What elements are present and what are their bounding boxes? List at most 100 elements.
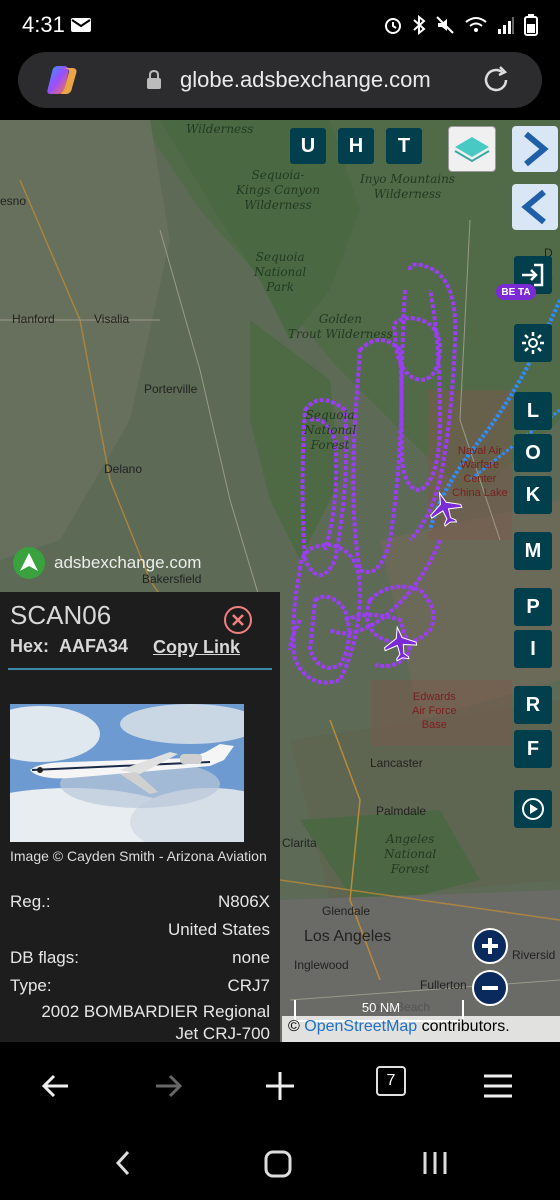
system-recents-icon[interactable] xyxy=(420,1148,450,1178)
aircraft-photo[interactable] xyxy=(10,704,244,842)
hex-label: Hex: xyxy=(10,636,50,656)
type-desc-line2: Jet CRJ-700 xyxy=(175,1024,270,1042)
t-button[interactable]: T xyxy=(386,128,422,164)
layers-icon xyxy=(454,137,490,163)
attribution-prefix: © xyxy=(288,1018,300,1035)
status-bar: 4:31 xyxy=(0,0,560,52)
chevron-left-icon xyxy=(521,189,546,225)
osm-link[interactable]: OpenStreetMap xyxy=(304,1018,417,1035)
aircraft-photo-image xyxy=(10,704,244,842)
scale-label: 50 NM xyxy=(361,1000,401,1015)
l-button[interactable]: L xyxy=(514,392,552,430)
status-time: 4:31 xyxy=(22,12,65,37)
map-label-sequoia-kings: Sequoia- Kings Canyon Wilderness xyxy=(236,168,320,212)
system-home-icon[interactable] xyxy=(262,1148,294,1180)
plus-icon xyxy=(482,938,498,954)
reg-value: N806X xyxy=(218,892,270,911)
panel-divider xyxy=(8,668,272,670)
forward-arrow-icon[interactable] xyxy=(146,1064,190,1108)
close-icon xyxy=(232,614,244,626)
map-city-delano: Delano xyxy=(104,462,143,476)
map-city-fullerton: Fullerton xyxy=(420,978,467,992)
map-city-glendale: Glendale xyxy=(322,904,371,918)
map-label-sequoia-nf: Sequoia National Forest xyxy=(304,408,357,452)
hex-value: AAFA34 xyxy=(59,636,129,656)
map-city-visalia: Visalia xyxy=(94,312,130,326)
adsb-logo-text: adsbexchange.com xyxy=(54,553,202,572)
map-label-angeles-nf: Angeles National Forest xyxy=(384,832,437,876)
map-city-inglewood: Inglewood xyxy=(294,958,349,972)
alarm-icon xyxy=(385,18,401,34)
h-button[interactable]: H xyxy=(338,128,374,164)
minus-icon xyxy=(482,986,498,990)
address-bar[interactable]: globe.adsbexchange.com xyxy=(18,52,542,108)
gmail-icon xyxy=(71,18,91,32)
type-desc-line1: 2002 BOMBARDIER Regional xyxy=(41,1002,270,1021)
browser-toolbar xyxy=(0,1042,560,1130)
mute-icon xyxy=(436,16,454,34)
aircraft-info-panel: SCAN06 Hex: AAFA34 Copy Link Image © Cayd… xyxy=(0,592,280,1042)
battery-icon xyxy=(524,14,538,36)
map-city-porterville: Porterville xyxy=(144,382,198,396)
tab-count-button[interactable]: 7 xyxy=(376,1066,406,1096)
db-flags-label: DB flags: xyxy=(10,948,79,967)
map-city-palmdale: Palmdale xyxy=(376,804,427,818)
map-label-naval: Naval Air Warfare Center China Lake xyxy=(452,445,508,499)
map-label-inyo: Inyo Mountains Wilderness xyxy=(360,172,455,201)
m-button[interactable]: M xyxy=(514,532,552,570)
menu-icon[interactable] xyxy=(476,1064,520,1108)
new-tab-icon[interactable] xyxy=(258,1064,302,1108)
replay-button[interactable] xyxy=(514,790,552,828)
type-value: CRJ7 xyxy=(227,976,270,995)
map-city-riverside: Riversid xyxy=(512,948,556,962)
type-label: Type: xyxy=(10,976,52,995)
system-back-icon[interactable] xyxy=(108,1148,138,1178)
country-value: United States xyxy=(167,920,270,939)
map-city-hanford: Hanford xyxy=(12,312,55,326)
map-attribution: © OpenStreetMap contributors. xyxy=(282,1016,560,1042)
map-label-wilderness: Wilderness xyxy=(186,122,254,136)
attribution-suffix: contributors. xyxy=(421,1018,510,1035)
db-flags-value: none xyxy=(232,948,270,967)
url-text[interactable]: globe.adsbexchange.com xyxy=(180,67,431,93)
settings-button[interactable] xyxy=(514,324,552,362)
i-button[interactable]: I xyxy=(514,630,552,668)
status-icons xyxy=(383,14,538,36)
gear-icon xyxy=(522,332,544,354)
f-button[interactable]: F xyxy=(514,730,552,768)
hex-row: Hex: AAFA34 xyxy=(10,636,128,657)
zoom-out-button[interactable] xyxy=(472,970,508,1006)
replay-icon xyxy=(522,798,544,820)
wifi-icon xyxy=(465,17,487,32)
reload-icon[interactable] xyxy=(480,64,512,96)
layers-button[interactable] xyxy=(448,126,496,172)
reg-label: Reg.: xyxy=(10,892,51,911)
p-button[interactable]: P xyxy=(514,588,552,626)
o-button[interactable]: O xyxy=(514,434,552,472)
k-button[interactable]: K xyxy=(514,476,552,514)
bluetooth-icon xyxy=(413,15,426,35)
system-navigation xyxy=(0,1130,560,1200)
adsb-logo-icon xyxy=(13,547,45,579)
lock-icon xyxy=(147,70,161,89)
chevron-right-icon xyxy=(524,131,549,167)
map-label-golden-trout: Golden Trout Wilderness xyxy=(288,312,393,341)
back-panel-button[interactable] xyxy=(512,184,558,230)
back-arrow-icon[interactable] xyxy=(34,1064,78,1108)
map-city-lancaster: Lancaster xyxy=(370,756,423,770)
adsb-logo: adsbexchange.com xyxy=(12,546,201,580)
map-city-clarita: Clarita xyxy=(282,836,317,850)
beta-badge: BE TA xyxy=(496,284,536,300)
r-button[interactable]: R xyxy=(514,686,552,724)
close-button[interactable] xyxy=(224,606,252,634)
map-label-sequoia-np: Sequoia National Park xyxy=(254,250,307,294)
forward-panel-button[interactable] xyxy=(512,126,558,172)
map-label-edwards: Edwards Air Force Base xyxy=(412,691,457,731)
copilot-icon[interactable] xyxy=(42,60,82,100)
copy-link[interactable]: Copy Link xyxy=(153,637,240,658)
zoom-in-button[interactable] xyxy=(472,928,508,964)
map-city-fresno: esno xyxy=(0,194,27,208)
callsign: SCAN06 xyxy=(10,600,112,630)
signal-icon xyxy=(498,17,514,34)
u-button[interactable]: U xyxy=(290,128,326,164)
